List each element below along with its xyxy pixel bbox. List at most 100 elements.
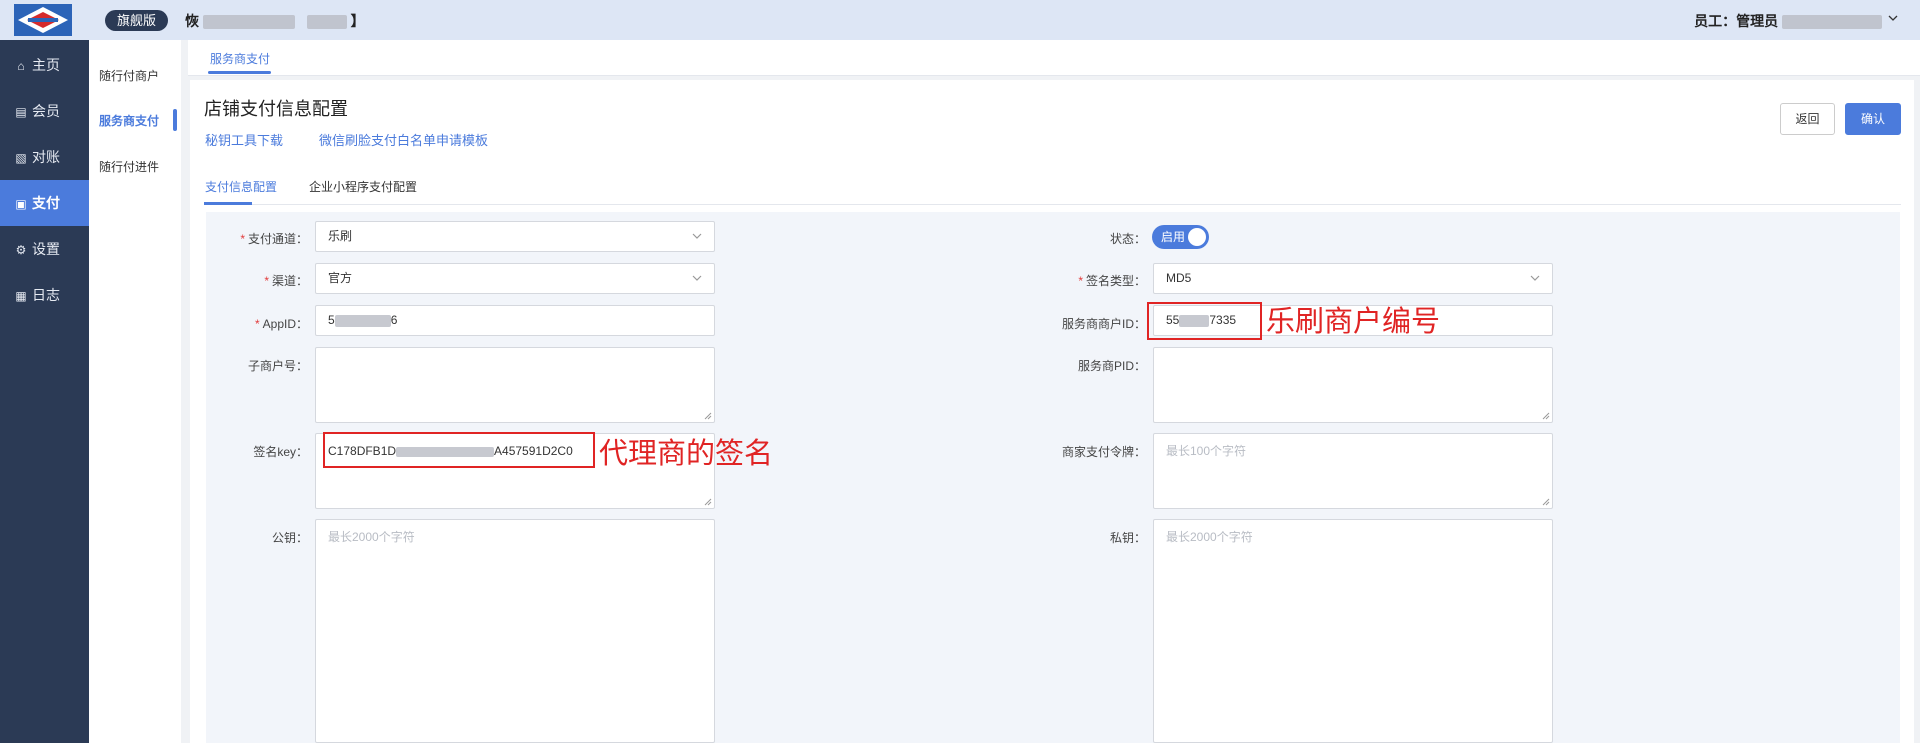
- status-label: 状态：: [1109, 232, 1146, 246]
- pid-label: 服务商PID：: [1077, 359, 1146, 373]
- resize-handle-icon[interactable]: [704, 498, 712, 506]
- appid-label-text: AppID：: [262, 317, 308, 331]
- member-icon: ▤: [15, 105, 27, 119]
- resize-handle-icon[interactable]: [1542, 498, 1550, 506]
- store-name-start: 恢: [185, 13, 199, 29]
- appid-input[interactable]: 56: [315, 305, 715, 336]
- channel-value: 乐刷: [328, 229, 353, 243]
- payment-icon: ▣: [15, 197, 27, 211]
- sub-merchant-label: 子商户号：: [247, 359, 308, 373]
- merchant-id-highlight: [1147, 302, 1262, 340]
- store-name: 恢 】: [185, 11, 365, 31]
- token-placeholder: 最长100个字符: [1166, 444, 1247, 458]
- confirm-button[interactable]: 确认: [1845, 103, 1901, 135]
- store-name-end: 】: [350, 13, 365, 29]
- route-select[interactable]: 官方: [315, 263, 715, 294]
- main-sidebar: ⌂ 主页 ▤ 会员 ▧ 对账 ▣ 支付 ⚙ 设置 ▦ 日志: [0, 40, 89, 743]
- top-bar: 旗舰版 恢 】 员工：管理员: [0, 0, 1920, 40]
- resize-handle-icon[interactable]: [1542, 412, 1550, 420]
- required-mark: *: [240, 232, 245, 246]
- sub-sidebar: 随行付商户 服务商支付 随行付进件: [89, 40, 181, 743]
- sidebar-item-settings[interactable]: ⚙ 设置: [0, 226, 89, 272]
- sub-merchant-textarea[interactable]: [315, 347, 715, 423]
- public-key-label: 公钥：: [271, 531, 308, 545]
- reconcile-icon: ▧: [15, 151, 27, 165]
- sidebar-item-label: 日志: [32, 287, 60, 303]
- subnav-active-indicator: [173, 109, 177, 131]
- sign-key-label: 签名key：: [253, 445, 308, 459]
- chevron-down-icon: [692, 233, 702, 239]
- sidebar-item-label: 设置: [32, 241, 60, 257]
- chevron-down-icon: [1530, 275, 1540, 281]
- required-mark: *: [254, 317, 260, 331]
- user-label: 员工：管理员: [1694, 13, 1779, 29]
- private-key-textarea[interactable]: 最长2000个字符: [1153, 519, 1553, 743]
- public-key-placeholder: 最长2000个字符: [328, 530, 415, 544]
- store-name-redacted: [202, 15, 295, 30]
- sidebar-item-reconcile[interactable]: ▧ 对账: [0, 134, 89, 180]
- resize-handle-icon[interactable]: [704, 412, 712, 420]
- store-name-redacted-2: [306, 15, 347, 30]
- page-title: 店铺支付信息配置: [204, 99, 348, 119]
- user-name-redacted: [1782, 15, 1882, 30]
- sidebar-item-label: 对账: [32, 149, 60, 165]
- status-toggle[interactable]: 启用: [1152, 225, 1209, 249]
- public-key-textarea[interactable]: 最长2000个字符: [315, 519, 715, 743]
- pid-textarea[interactable]: [1153, 347, 1553, 423]
- sidebar-item-label: 支付: [32, 195, 60, 211]
- token-label: 商家支付令牌：: [1061, 445, 1146, 459]
- sign-key-annotation: 代理商的签名: [599, 436, 774, 470]
- sign-type-select[interactable]: MD5: [1153, 263, 1553, 294]
- sidebar-item-label: 主页: [32, 57, 60, 73]
- toggle-knob: [1188, 228, 1206, 246]
- sidebar-item-home[interactable]: ⌂ 主页: [0, 42, 89, 88]
- subnav-item-suixingfu-onboarding[interactable]: 随行付进件: [99, 158, 159, 175]
- whitelist-template-link[interactable]: 微信刷脸支付白名单申请模板: [319, 130, 488, 149]
- sidebar-item-log[interactable]: ▦ 日志: [0, 272, 89, 318]
- appid-redacted: [334, 314, 391, 327]
- private-key-label: 私钥：: [1109, 531, 1146, 545]
- channel-label-text: 支付通道：: [247, 232, 308, 246]
- user-menu[interactable]: 员工：管理员: [1694, 11, 1882, 31]
- sidebar-item-payment[interactable]: ▣ 支付: [0, 180, 89, 226]
- sign-key-highlight: [323, 432, 595, 468]
- route-label-text: 渠道：: [271, 274, 308, 288]
- subtab-active-underline: [204, 202, 252, 205]
- private-key-placeholder: 最长2000个字符: [1166, 530, 1253, 544]
- chevron-down-icon: [692, 275, 702, 281]
- chevron-down-icon[interactable]: [1888, 13, 1898, 23]
- channel-select[interactable]: 乐刷: [315, 221, 715, 252]
- sign-type-value: MD5: [1166, 271, 1192, 285]
- sign-type-label: * 签名类型：: [1026, 272, 1146, 289]
- required-mark: *: [264, 274, 269, 288]
- tab-active-underline: [208, 71, 271, 74]
- route-label: * 渠道：: [188, 272, 308, 289]
- settings-icon: ⚙: [15, 243, 27, 257]
- tab-payment-config[interactable]: 支付信息配置: [205, 178, 277, 195]
- log-icon: ▦: [15, 289, 27, 303]
- appid-label: * AppID：: [188, 315, 308, 332]
- channel-label: * 支付通道：: [188, 230, 308, 247]
- merchant-id-annotation: 乐刷商户编号: [1266, 304, 1441, 338]
- brand-logo[interactable]: [14, 4, 72, 36]
- home-icon: ⌂: [17, 59, 25, 73]
- sidebar-item-member[interactable]: ▤ 会员: [0, 88, 89, 134]
- back-button[interactable]: 返回: [1780, 103, 1835, 135]
- appid-value-end: 6: [390, 313, 398, 327]
- route-value: 官方: [328, 271, 353, 285]
- key-tool-download-link[interactable]: 秘钥工具下载: [205, 130, 283, 149]
- tab-miniprogram-config[interactable]: 企业小程序支付配置: [309, 178, 417, 195]
- tab-provider-payment[interactable]: 服务商支付: [210, 50, 270, 67]
- appid-value-start: 5: [328, 313, 335, 327]
- subtab-divider: [204, 204, 1901, 205]
- token-textarea[interactable]: 最长100个字符: [1153, 433, 1553, 509]
- tab-strip: [188, 40, 1920, 76]
- sign-type-label-text: 签名类型：: [1085, 274, 1146, 288]
- subnav-item-provider-payment[interactable]: 服务商支付: [99, 112, 159, 129]
- sidebar-item-label: 会员: [32, 103, 60, 119]
- merchant-id-label: 服务商商户ID：: [1061, 317, 1146, 331]
- required-mark: *: [1078, 274, 1083, 288]
- subnav-item-suixingfu-merchant[interactable]: 随行付商户: [99, 67, 159, 84]
- status-value: 启用: [1161, 230, 1186, 244]
- edition-badge: 旗舰版: [105, 10, 169, 31]
